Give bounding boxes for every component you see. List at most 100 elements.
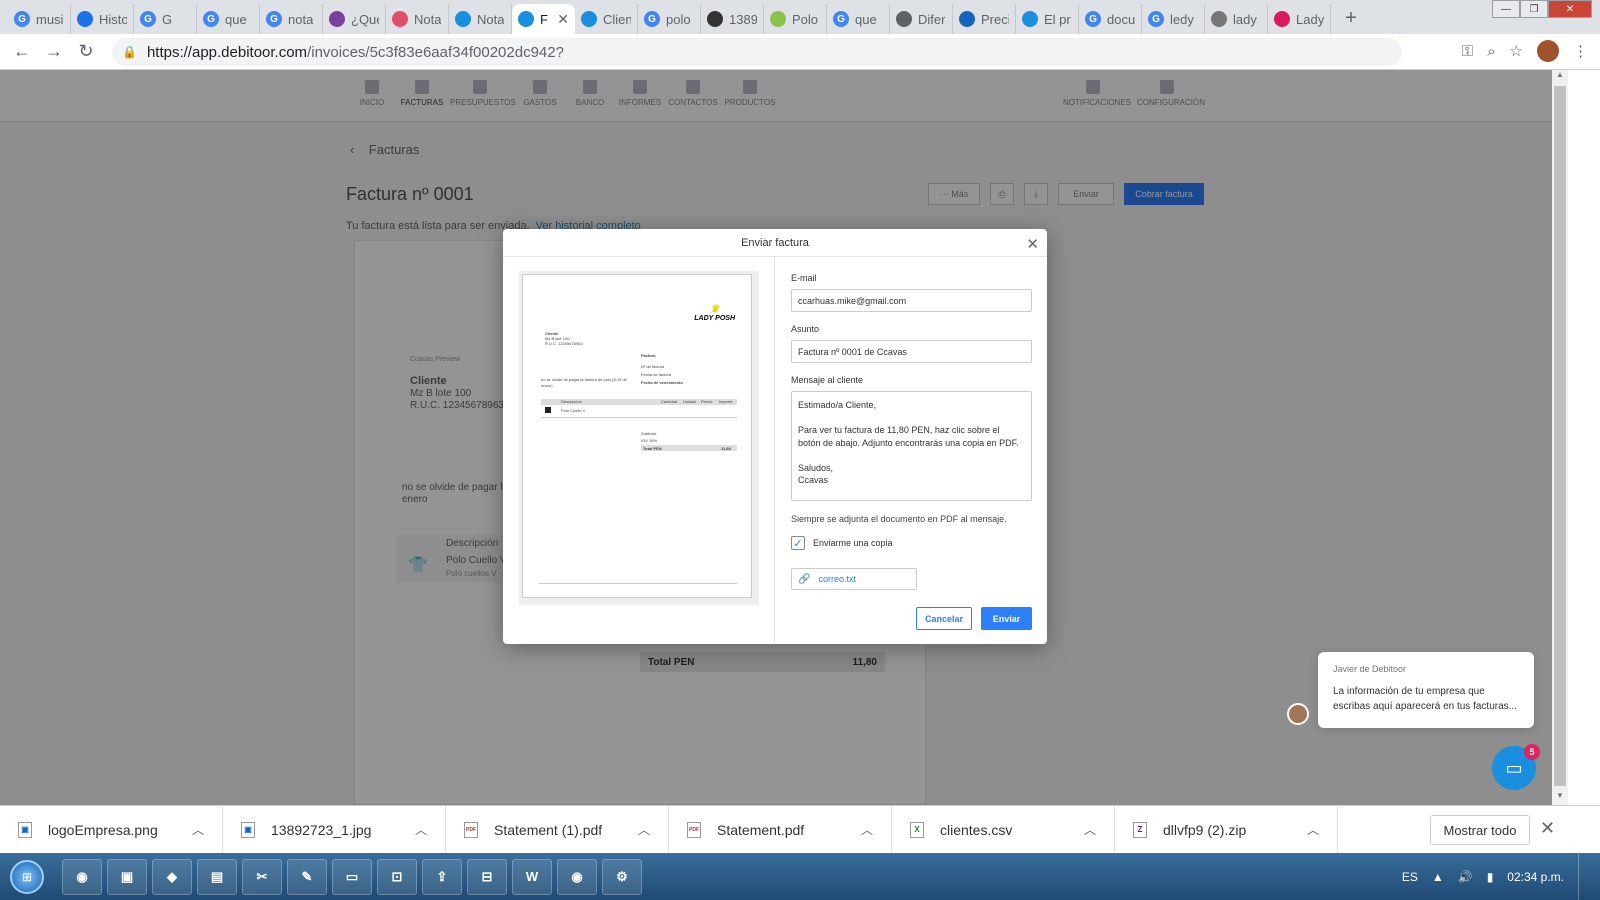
tab-title: Histo [99, 11, 127, 27]
back-button[interactable]: ← [6, 41, 38, 62]
message-textarea[interactable]: Estimado/a Cliente, Para ver tu factura … [791, 391, 1032, 501]
browser-tab[interactable]: Difer [890, 4, 953, 34]
browser-tab[interactable]: lady [1205, 4, 1268, 34]
show-all-downloads-button[interactable]: Mostrar todo [1430, 815, 1530, 845]
network-icon[interactable]: ▮ [1487, 870, 1494, 884]
explorer-taskbar-icon[interactable]: ▭ [332, 858, 372, 895]
pdf-col-qty: Cantidad [661, 399, 678, 404]
app-taskbar-icon[interactable]: ⇪ [422, 858, 462, 895]
close-icon[interactable]: ✕ [1026, 235, 1039, 253]
browser-tab[interactable]: GG [134, 4, 197, 34]
chevron-up-icon[interactable]: ︿ [638, 821, 650, 838]
browser-tab[interactable]: Nota [449, 4, 512, 34]
browser-tab[interactable]: Lady [1268, 4, 1331, 34]
chevron-up-icon[interactable]: ︿ [1084, 821, 1096, 838]
cancel-button[interactable]: Cancelar [916, 607, 972, 630]
chevron-up-icon[interactable]: ︿ [861, 821, 873, 838]
email-field[interactable]: ccarhuas.mike@gmail.com [791, 289, 1032, 312]
paperclip-icon: 🔗 [798, 573, 811, 585]
pdf-preview-pane: ♛ LADY POSH Cliente Mz B lote 100 R.U.C. … [503, 257, 775, 644]
browser-tab[interactable]: Nota [386, 4, 449, 34]
start-button[interactable]: ⊞ [10, 859, 44, 894]
close-window-button[interactable]: ✕ [1548, 0, 1592, 18]
maximize-button[interactable]: ❐ [1520, 0, 1548, 18]
new-tab-button[interactable]: + [1337, 4, 1365, 32]
key-icon[interactable]: ⚿ [1462, 43, 1473, 60]
clock[interactable]: 02:34 p.m. [1507, 870, 1564, 884]
tools-taskbar-icon[interactable]: ✂ [242, 858, 282, 895]
browser-tab[interactable]: Gque [197, 4, 260, 34]
site-icon [959, 11, 975, 27]
tab-title: Preci [981, 11, 1009, 27]
scroll-down-arrow-icon[interactable]: ▼ [1552, 791, 1568, 805]
bookmark-star-icon[interactable]: ☆ [1510, 42, 1523, 60]
url-host: https://app.debitoor.com [146, 43, 308, 61]
site-icon [329, 11, 345, 27]
app-taskbar-icon[interactable]: ⚙ [602, 858, 642, 895]
app-taskbar-icon[interactable]: ⊡ [377, 858, 417, 895]
pdf-preview-frame: ♛ LADY POSH Cliente Mz B lote 100 R.U.C. … [519, 271, 759, 605]
browser-tab[interactable]: Clien [575, 4, 638, 34]
language-indicator[interactable]: ES [1402, 870, 1418, 884]
download-item[interactable]: ▣ 13892723_1.jpg ︿ [223, 805, 446, 854]
app-taskbar-icon[interactable]: ▣ [107, 858, 147, 895]
chevron-up-icon[interactable]: ︿ [192, 821, 204, 838]
volume-icon[interactable]: 🔊 [1458, 870, 1473, 884]
tab-title: musi [36, 11, 64, 27]
pdf-col-amount: Importe [719, 399, 733, 404]
browser-tab[interactable]: Gledy [1142, 4, 1205, 34]
browser-tab[interactable]: ¿Qué [323, 4, 386, 34]
close-downloads-icon[interactable]: ✕ [1540, 818, 1555, 839]
url-path: /invoices/5c3f83e6aaf34f00202dc942? [307, 43, 564, 61]
pdf-subtotal: Subtotal [641, 431, 656, 436]
word-taskbar-icon[interactable]: W [512, 858, 552, 895]
download-item[interactable]: PDF Statement (1).pdf ︿ [446, 805, 669, 854]
browser-tab[interactable]: Gnota [260, 4, 323, 34]
subject-field[interactable]: Factura nº 0001 de Ccavas [791, 340, 1032, 363]
send-copy-label[interactable]: Enviarme una copia [813, 538, 893, 548]
minimize-button[interactable]: — [1492, 0, 1520, 18]
scroll-up-arrow-icon[interactable]: ▲ [1552, 70, 1568, 84]
show-desktop-button[interactable] [1578, 853, 1590, 900]
scroll-thumb[interactable] [1554, 86, 1566, 786]
tray-expand-icon[interactable]: ▲ [1432, 870, 1444, 884]
page-scrollbar[interactable]: ▲ ▼ [1552, 70, 1568, 805]
attachment-chip[interactable]: 🔗 correo.txt [791, 568, 917, 590]
menu-icon[interactable]: ⋮ [1573, 42, 1588, 60]
send-button[interactable]: Enviar [981, 607, 1032, 630]
download-item[interactable]: Xclientes.csv ︿ [892, 805, 1115, 854]
close-tab-icon[interactable]: ✕ [557, 11, 569, 28]
browser-tab[interactable]: 1389 [701, 4, 764, 34]
zoom-icon[interactable]: ⌕ [1487, 43, 1495, 60]
reload-button[interactable]: ↻ [70, 41, 102, 62]
browser-tab[interactable]: Gque [827, 4, 890, 34]
browser-tab[interactable]: Gmusi [8, 4, 71, 34]
download-item[interactable]: PDF Statement.pdf ︿ [669, 805, 892, 854]
profile-avatar[interactable] [1537, 40, 1559, 62]
chevron-up-icon[interactable]: ︿ [1307, 821, 1319, 838]
download-item[interactable]: ▣ logoEmpresa.png ︿ [0, 805, 223, 854]
app-taskbar-icon[interactable]: ▤ [197, 858, 237, 895]
app-taskbar-icon[interactable]: ⊟ [467, 858, 507, 895]
browser-tab[interactable]: Gpolo [638, 4, 701, 34]
pdf-ruc: R.U.C. 12345678963 [545, 341, 583, 346]
browser-tab[interactable]: Preci [953, 4, 1016, 34]
send-copy-checkbox[interactable]: ✓ [791, 536, 805, 550]
chrome-taskbar-icon[interactable]: ◉ [62, 858, 102, 895]
history-icon [77, 11, 93, 27]
url-input[interactable]: 🔒 https://app.debitoor.com/invoices/5c3f… [112, 38, 1402, 66]
pdf-total-label: Total PEN [643, 446, 662, 451]
download-item[interactable]: Zdllvfp9 (2).zip ︿ [1115, 805, 1338, 854]
browser-tab[interactable]: Gdocu [1079, 4, 1142, 34]
notepad-taskbar-icon[interactable]: ✎ [287, 858, 327, 895]
chat-message-bubble[interactable]: Javier de Debitoor La información de tu … [1318, 652, 1534, 728]
chevron-up-icon[interactable]: ︿ [415, 821, 427, 838]
browser-tab[interactable]: Histo [71, 4, 134, 34]
visual-studio-taskbar-icon[interactable]: ◆ [152, 858, 192, 895]
chrome-taskbar-icon[interactable]: ◉ [557, 858, 597, 895]
tab-title: ¿Qué [351, 11, 379, 27]
browser-tab[interactable]: El pr [1016, 4, 1079, 34]
forward-button[interactable]: → [38, 41, 70, 62]
browser-tab[interactable]: F ✕ [512, 4, 575, 34]
browser-tab[interactable]: Polo [764, 4, 827, 34]
